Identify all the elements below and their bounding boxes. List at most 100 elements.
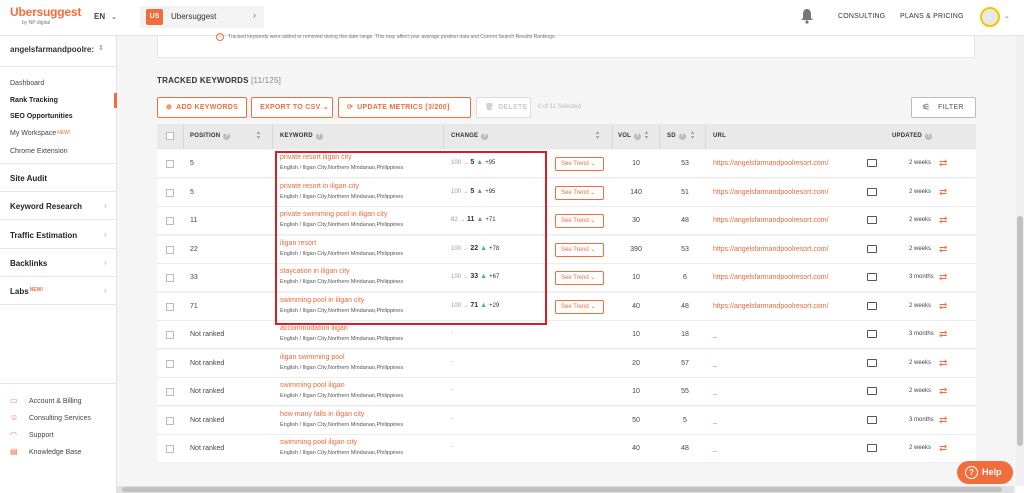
sidebar-item-rank-tracking[interactable]: Rank Tracking bbox=[10, 97, 58, 104]
help-icon[interactable]: ? bbox=[633, 133, 641, 140]
sidebar-section-traffic-estimation[interactable]: Traffic Estimation bbox=[10, 231, 77, 240]
consulting-link[interactable]: CONSULTING bbox=[838, 13, 885, 20]
help-icon[interactable]: ? bbox=[924, 133, 932, 140]
sidebar-section-site-audit[interactable]: Site Audit bbox=[10, 174, 47, 183]
project-selector[interactable]: US Ubersuggest › bbox=[140, 6, 264, 28]
refresh-icon[interactable]: ⇄ bbox=[939, 158, 947, 169]
url-link[interactable]: https://angelsfarmandpoolresort.com/ bbox=[713, 217, 829, 224]
logo[interactable]: Ubersuggest by NP digital bbox=[10, 5, 81, 26]
help-icon[interactable]: ? bbox=[315, 133, 323, 140]
row-checkbox[interactable] bbox=[166, 245, 174, 254]
column-position[interactable]: POSITION? bbox=[190, 133, 231, 140]
refresh-icon[interactable]: ⇄ bbox=[939, 215, 947, 226]
column-change[interactable]: CHANGE? bbox=[451, 133, 489, 140]
url-link[interactable]: https://angelsfarmandpoolresort.com/ bbox=[713, 246, 829, 253]
sidebar-section-labs[interactable]: LabsNEW! bbox=[10, 287, 43, 296]
row-checkbox[interactable] bbox=[166, 160, 174, 168]
column-sd[interactable]: SD? bbox=[667, 133, 686, 140]
refresh-icon[interactable]: ⇄ bbox=[939, 329, 947, 340]
url-link[interactable]: _ bbox=[713, 417, 717, 424]
table-row[interactable]: Not ranked iligan swimming pool English / … bbox=[157, 349, 976, 378]
sidebar-section-keyword-research[interactable]: Keyword Research bbox=[10, 202, 82, 211]
position-value: 11 bbox=[190, 217, 198, 224]
see-trend-button[interactable]: See Trend ⌄ bbox=[555, 157, 604, 171]
help-icon[interactable]: ? bbox=[481, 133, 489, 140]
url-link[interactable]: https://angelsfarmandpoolresort.com/ bbox=[713, 303, 829, 310]
delete-button[interactable]: 🗑 DELETE bbox=[476, 97, 531, 118]
refresh-icon[interactable]: ⇄ bbox=[939, 443, 947, 454]
sidebar-section-backlinks[interactable]: Backlinks bbox=[10, 259, 47, 268]
refresh-icon[interactable]: ⇄ bbox=[939, 244, 947, 255]
column-keyword[interactable]: KEYWORD? bbox=[280, 133, 323, 140]
sidebar-support[interactable]: ◠ Support bbox=[10, 430, 54, 439]
help-icon[interactable]: ? bbox=[678, 133, 686, 140]
help-button[interactable]: ? Help bbox=[957, 461, 1013, 484]
sort-icon[interactable]: ▴ ▾ bbox=[596, 130, 599, 141]
table-row[interactable]: Not ranked swimming pool iligan English / … bbox=[157, 378, 976, 406]
refresh-icon[interactable]: ⇄ bbox=[939, 386, 947, 397]
scrollbar-thumb[interactable] bbox=[1017, 216, 1023, 446]
keyword-link[interactable]: swimming pool iligan city bbox=[280, 439, 357, 446]
see-trend-button[interactable]: See Trend ⌄ bbox=[555, 242, 604, 257]
table-row[interactable]: Not ranked accommodation iligan English / … bbox=[157, 321, 976, 349]
sort-icon[interactable]: ▴ ▾ bbox=[645, 130, 648, 141]
row-checkbox[interactable] bbox=[166, 217, 174, 225]
sort-icon[interactable]: ▴ ▾ bbox=[691, 130, 694, 141]
keyword-link[interactable]: iligan swimming pool bbox=[280, 354, 345, 361]
see-trend-button[interactable]: See Trend ⌄ bbox=[555, 271, 604, 285]
column-updated[interactable]: UPDATED? bbox=[892, 133, 932, 140]
keyword-link[interactable]: how many falls in iligan city bbox=[280, 411, 364, 418]
filter-button[interactable]: ⚟ FILTER bbox=[911, 97, 976, 118]
account-name[interactable]: angelsfarmandpoolre: bbox=[10, 45, 94, 54]
help-icon[interactable]: ? bbox=[223, 133, 231, 140]
row-checkbox[interactable] bbox=[166, 331, 174, 339]
row-checkbox[interactable] bbox=[166, 188, 174, 197]
table-row[interactable]: Not ranked how many falls in iligan city E… bbox=[157, 406, 976, 435]
url-link[interactable]: https://angelsfarmandpoolresort.com/ bbox=[713, 189, 829, 196]
url-link[interactable]: _ bbox=[713, 331, 717, 338]
refresh-icon[interactable]: ⇄ bbox=[939, 272, 947, 283]
url-link[interactable]: https://angelsfarmandpoolresort.com/ bbox=[713, 160, 829, 167]
keyword-link[interactable]: swimming pool iligan bbox=[280, 382, 345, 389]
keyword-link[interactable]: accommodation iligan bbox=[280, 325, 348, 332]
sidebar-consulting-services[interactable]: ☺ Consulting Services bbox=[10, 413, 91, 422]
sidebar-item-chrome-extension[interactable]: Chrome Extension bbox=[10, 148, 68, 155]
sidebar-account-billing[interactable]: ▭ Account & Billing bbox=[10, 396, 82, 405]
sidebar-knowledge-base[interactable]: ▤ Knowledge Base bbox=[10, 447, 82, 456]
see-trend-button[interactable]: See Trend ⌄ bbox=[555, 299, 604, 314]
refresh-icon[interactable]: ⇄ bbox=[939, 358, 947, 369]
export-csv-button[interactable]: EXPORT TO CSV ⌄ bbox=[251, 97, 333, 118]
scrollbar-thumb[interactable] bbox=[122, 487, 1002, 492]
refresh-icon[interactable]: ⇄ bbox=[939, 187, 947, 198]
refresh-icon[interactable]: ⇄ bbox=[939, 415, 947, 426]
chevron-updown-icon[interactable]: ⇕ bbox=[98, 44, 104, 52]
horizontal-scrollbar[interactable] bbox=[117, 486, 1014, 493]
sort-icon[interactable]: ▴ ▾ bbox=[257, 130, 260, 141]
add-keywords-button[interactable]: ⊕ ADD KEYWORDS bbox=[157, 97, 247, 118]
sidebar-item-my-workspace[interactable]: My WorkspaceNEW! bbox=[10, 130, 70, 137]
row-checkbox[interactable] bbox=[166, 274, 174, 282]
refresh-icon[interactable]: ⇄ bbox=[939, 301, 947, 312]
language-selector[interactable]: EN ⌄ bbox=[94, 12, 117, 21]
avatar[interactable] bbox=[980, 7, 1000, 27]
row-checkbox[interactable] bbox=[166, 445, 174, 453]
plans-pricing-link[interactable]: PLANS & PRICING bbox=[900, 13, 964, 20]
sidebar-item-dashboard[interactable]: Dashboard bbox=[10, 80, 44, 87]
vertical-scrollbar[interactable] bbox=[1016, 36, 1024, 486]
row-checkbox[interactable] bbox=[166, 416, 174, 425]
select-all-checkbox[interactable] bbox=[166, 132, 174, 140]
row-checkbox[interactable] bbox=[166, 359, 174, 368]
column-vol[interactable]: VOL? bbox=[618, 133, 641, 140]
row-checkbox[interactable] bbox=[166, 388, 174, 396]
table-row[interactable]: Not ranked swimming pool iligan city Engli… bbox=[157, 435, 976, 463]
sidebar-item-seo-opportunities[interactable]: SEO Opportunities bbox=[10, 113, 73, 120]
url-link[interactable]: _ bbox=[713, 445, 717, 452]
bell-icon[interactable] bbox=[800, 8, 814, 24]
url-link[interactable]: _ bbox=[713, 360, 717, 367]
url-link[interactable]: https://angelsfarmandpoolresort.com/ bbox=[713, 274, 829, 281]
see-trend-button[interactable]: See Trend ⌄ bbox=[555, 214, 604, 228]
see-trend-button[interactable]: See Trend ⌄ bbox=[555, 185, 604, 200]
url-link[interactable]: _ bbox=[713, 388, 717, 395]
row-checkbox[interactable] bbox=[166, 302, 174, 311]
update-metrics-button[interactable]: ⟳ UPDATE METRICS [3/200] bbox=[338, 97, 471, 118]
